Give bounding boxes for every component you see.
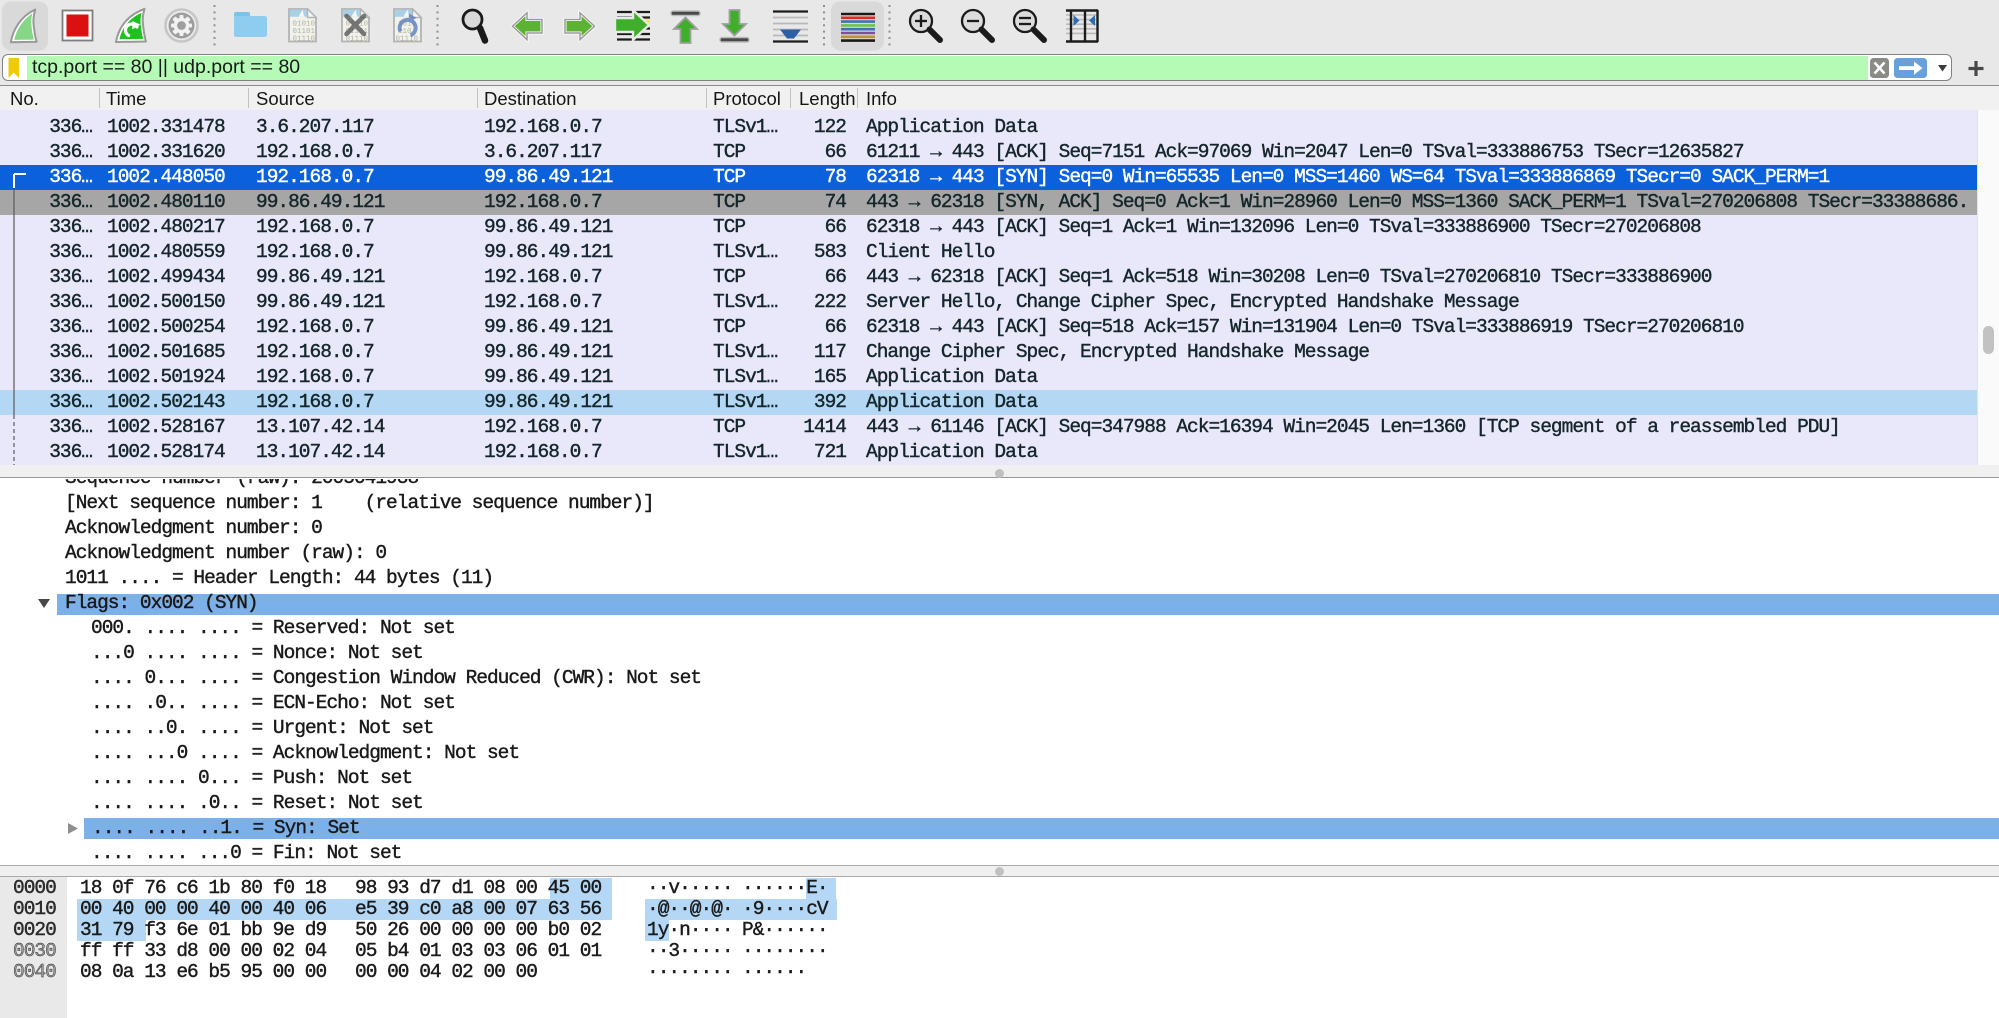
svg-text:01110: 01110 [346,36,369,44]
svg-text:01110: 01110 [396,36,419,44]
svg-text:01110: 01110 [293,36,316,44]
